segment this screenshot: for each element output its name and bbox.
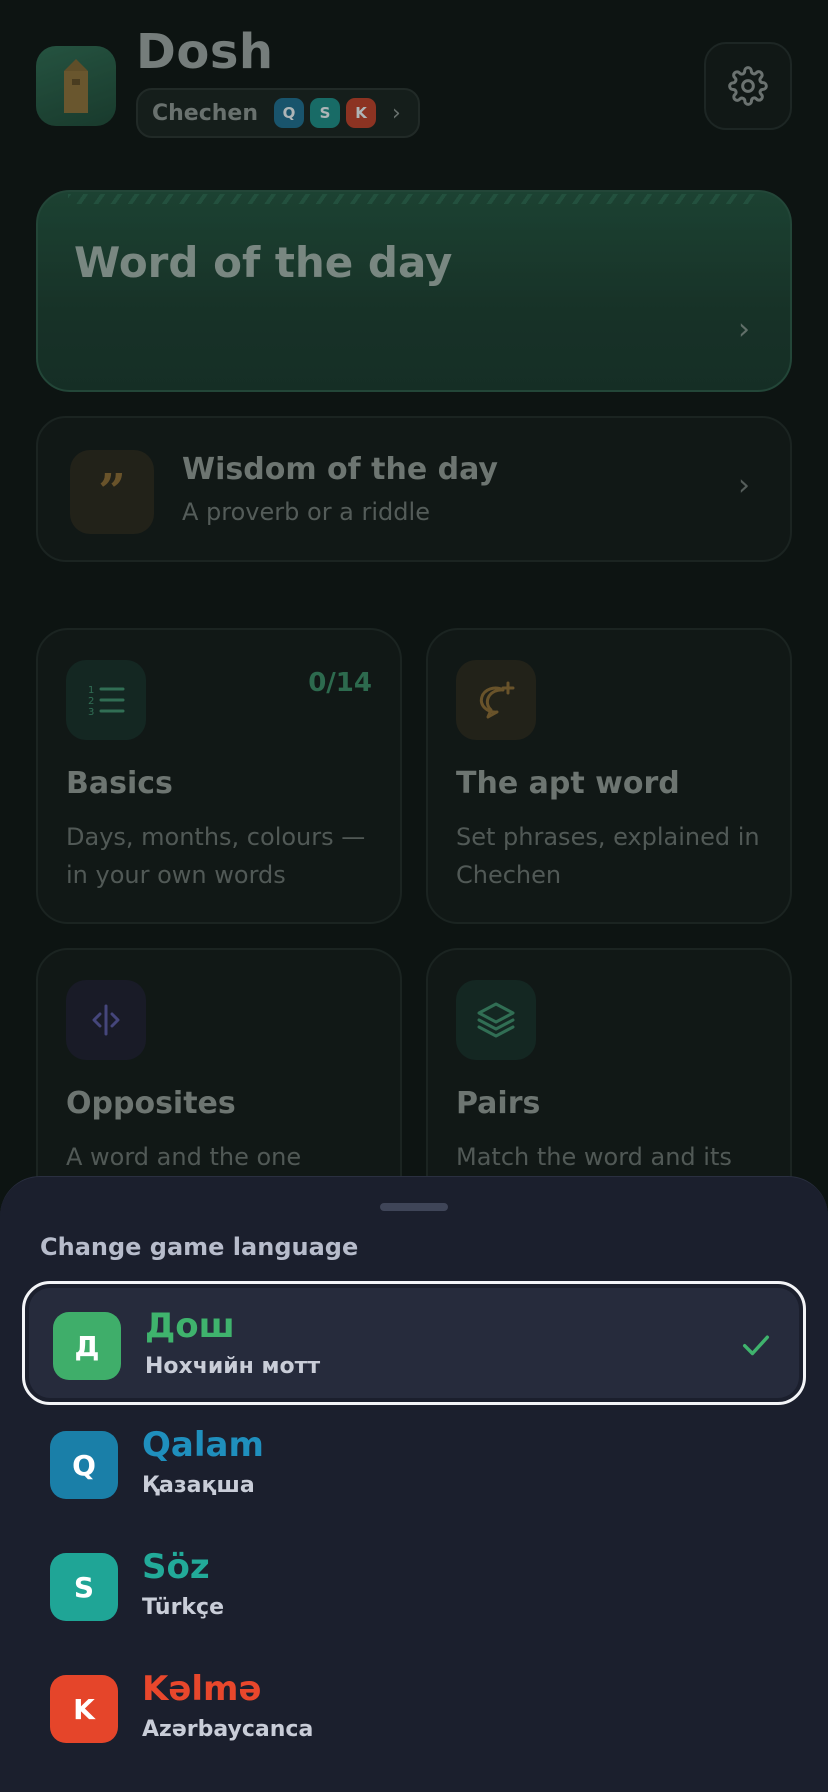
language-option-kelme[interactable]: K Kəlmə Azərbaycanca: [22, 1647, 806, 1771]
language-badge: K: [50, 1675, 118, 1743]
language-option-name: Qalam: [142, 1425, 264, 1465]
sheet-title: Change game language: [40, 1233, 359, 1261]
language-option-native: Azərbaycanca: [142, 1717, 314, 1742]
language-bottom-sheet: Change game language Д Дош Нохчийн мотт …: [0, 1176, 828, 1792]
language-option-name: Söz: [142, 1547, 210, 1587]
language-option-dosh[interactable]: Д Дош Нохчийн мотт: [22, 1281, 806, 1405]
language-option-name: Kəlmə: [142, 1669, 262, 1709]
language-badge: S: [50, 1553, 118, 1621]
language-option-name: Дош: [145, 1306, 235, 1346]
language-option-soz[interactable]: S Söz Türkçe: [22, 1525, 806, 1649]
language-option-native: Нохчийн мотт: [145, 1354, 321, 1379]
language-option-native: Қазақша: [142, 1473, 255, 1498]
checkmark-icon: [742, 1335, 770, 1356]
language-badge: Д: [53, 1312, 121, 1380]
home-screen: Dosh Chechen Q S K › Word of the day › ”…: [0, 0, 828, 1792]
sheet-drag-handle[interactable]: [380, 1203, 448, 1211]
language-option-native: Türkçe: [142, 1595, 225, 1620]
language-badge: Q: [50, 1431, 118, 1499]
language-option-qalam[interactable]: Q Qalam Қазақша: [22, 1403, 806, 1527]
